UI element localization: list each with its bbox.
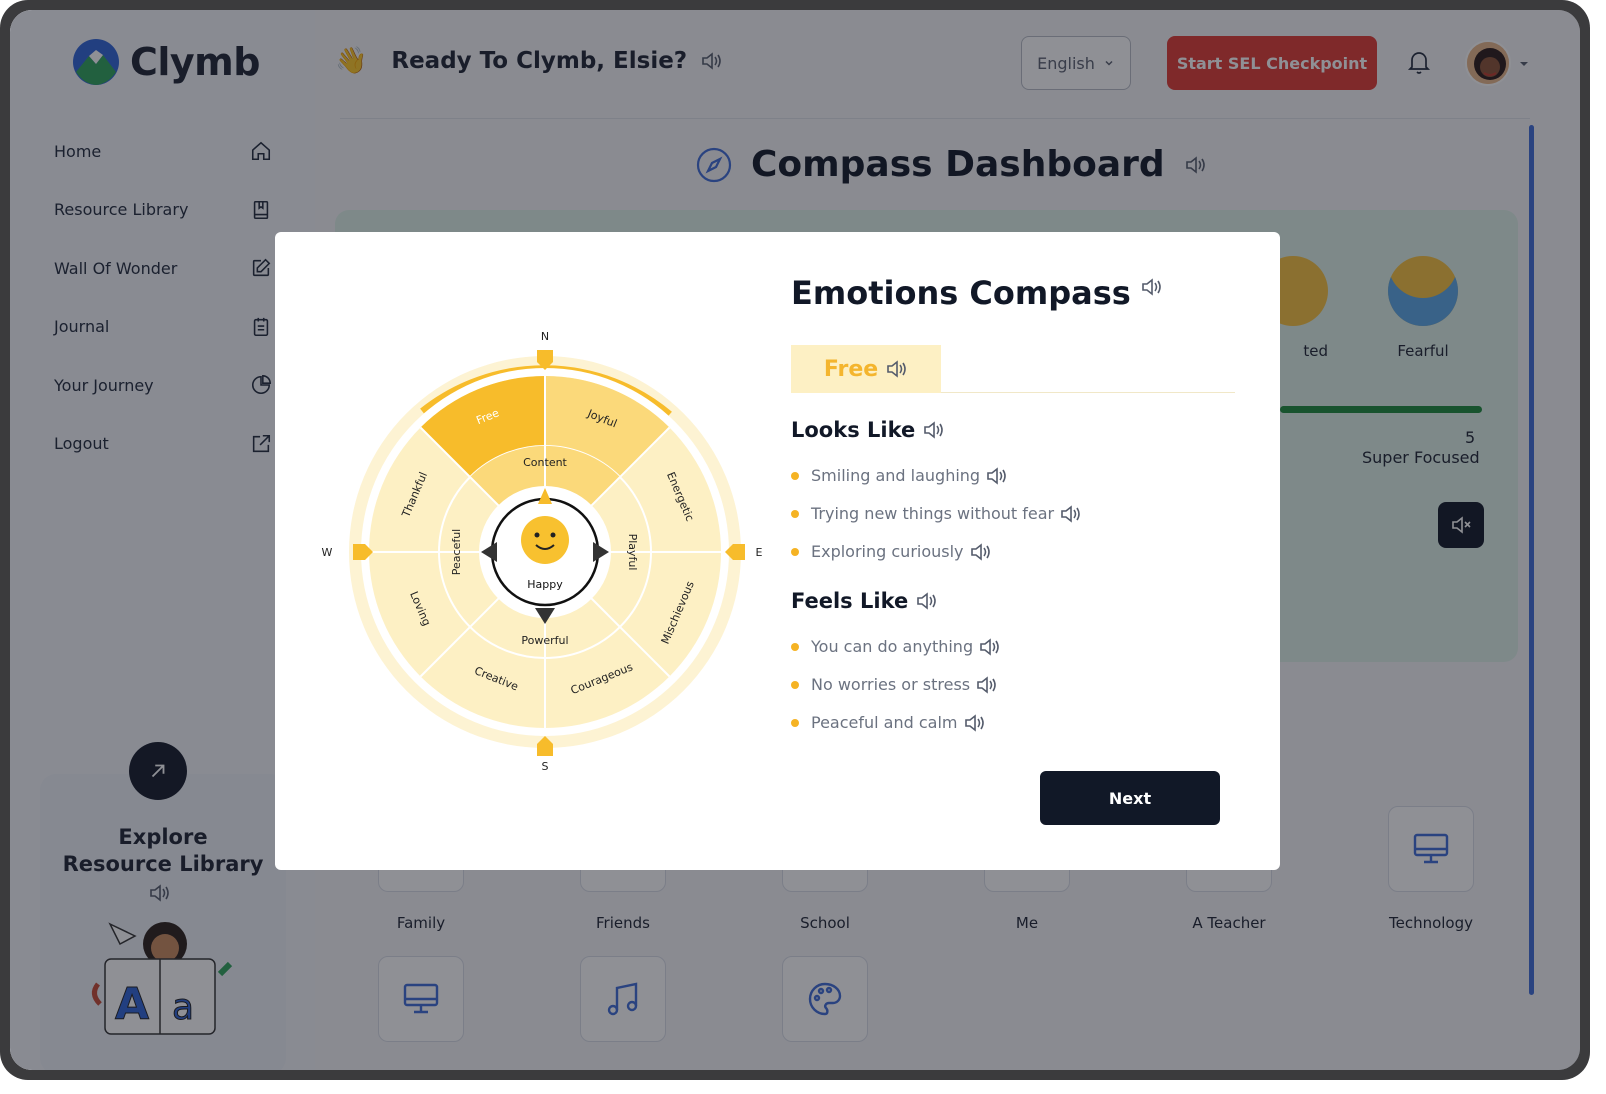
- looks-like-item: Exploring curiously: [811, 542, 964, 561]
- tab-label: Free: [823, 356, 879, 382]
- modal-title-text: Emotions Compass: [791, 274, 1131, 312]
- compass-direction-label: W: [322, 546, 333, 559]
- device-frame: Clymb Home Resource Library Wall Of Wond…: [0, 0, 1590, 1080]
- emotions-compass-modal: Happy Content Playful Powerful Peaceful …: [275, 232, 1280, 870]
- tab-free[interactable]: Free: [791, 345, 941, 393]
- feels-like-item: You can do anything: [811, 637, 974, 656]
- speaker-icon[interactable]: [970, 542, 992, 561]
- compass-direction-label: E: [756, 546, 763, 559]
- bullet-dot: [791, 718, 799, 727]
- bullet-dot: [791, 642, 799, 651]
- list-item: Peaceful and calm: [791, 713, 986, 732]
- bullet-dot: [791, 547, 799, 556]
- bullet-dot: [791, 471, 799, 480]
- compass-inner-label: Powerful: [521, 634, 568, 647]
- speaker-icon[interactable]: [964, 713, 986, 732]
- next-button[interactable]: Next: [1040, 771, 1220, 825]
- app-screen: Clymb Home Resource Library Wall Of Wond…: [10, 10, 1580, 1070]
- bullet-dot: [791, 509, 799, 518]
- speaker-icon[interactable]: [886, 360, 908, 378]
- modal-title: Emotions Compass: [791, 274, 1163, 312]
- compass-inner-label: Peaceful: [450, 529, 463, 575]
- looks-like-item: Smiling and laughing: [811, 466, 981, 485]
- compass-direction-label: N: [541, 330, 549, 343]
- compass-center-label: Happy: [527, 578, 563, 591]
- speaker-icon[interactable]: [1141, 278, 1163, 296]
- list-item: You can do anything: [791, 637, 1001, 656]
- feels-like-item: Peaceful and calm: [811, 713, 958, 732]
- compass-inner-label: Playful: [626, 534, 639, 571]
- list-item: Trying new things without fear: [791, 504, 1082, 523]
- list-item: No worries or stress: [791, 675, 998, 694]
- bullet-dot: [791, 680, 799, 689]
- looks-like-heading: Looks Like: [791, 418, 945, 442]
- compass-direction-label: S: [542, 760, 549, 773]
- speaker-icon[interactable]: [1060, 504, 1082, 523]
- compass-inner-label: Content: [523, 456, 567, 469]
- looks-like-item: Trying new things without fear: [811, 504, 1055, 523]
- speaker-icon[interactable]: [916, 592, 938, 610]
- emotions-compass-wheel: Happy Content Playful Powerful Peaceful …: [322, 330, 763, 773]
- feels-like-title: Feels Like: [791, 589, 909, 613]
- speaker-icon[interactable]: [979, 637, 1001, 656]
- looks-like-title: Looks Like: [791, 418, 916, 442]
- smiley-face-icon: [521, 516, 569, 564]
- feels-like-heading: Feels Like: [791, 589, 938, 613]
- list-item: Smiling and laughing: [791, 466, 1008, 485]
- list-item: Exploring curiously: [791, 542, 992, 561]
- feels-like-item: No worries or stress: [811, 675, 971, 694]
- speaker-icon[interactable]: [986, 466, 1008, 485]
- speaker-icon[interactable]: [976, 675, 998, 694]
- speaker-icon[interactable]: [923, 421, 945, 439]
